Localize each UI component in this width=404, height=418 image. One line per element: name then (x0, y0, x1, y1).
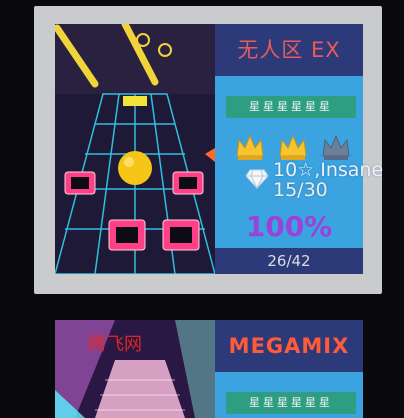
level-title-2: MEGAMIX (228, 334, 350, 358)
level-art-1-illustration (55, 24, 215, 274)
level-star-rating-2: 星星星星星星 (226, 392, 356, 414)
gray-crown-icon (322, 134, 350, 160)
watermark-text: 腾飞网 (88, 334, 142, 355)
level-index-1: 26/42 (215, 248, 363, 274)
level-title-bar-2: MEGAMIX (215, 320, 363, 372)
level-title-1: 无人区 EX (237, 38, 341, 62)
gold-crown-icon (279, 134, 307, 160)
level-stats-1: 10☆,Insane 15/30 (273, 160, 383, 200)
level-gems-1: 15/30 (273, 179, 328, 201)
crown-row (235, 132, 355, 162)
level-card-1[interactable]: 无人区 EX 星星星星星星 10☆,Insane 15/30 100% 26/4… (55, 24, 383, 274)
level-star-rating-1: 星星星星星星 (226, 96, 356, 118)
level-art-1 (55, 24, 215, 274)
diamond-icon (245, 169, 269, 190)
level-completion-percent-1: 100% (245, 210, 333, 243)
level-difficulty-1: 10☆,Insane (273, 159, 384, 181)
gold-crown-icon (236, 134, 264, 160)
level-title-bar-1: 无人区 EX (215, 24, 363, 76)
level-info-panel-1: 无人区 EX 星星星星星星 10☆,Insane 15/30 100% 26/4… (215, 24, 383, 274)
level-info-panel-2: MEGAMIX 星星星星星星 (215, 320, 363, 418)
